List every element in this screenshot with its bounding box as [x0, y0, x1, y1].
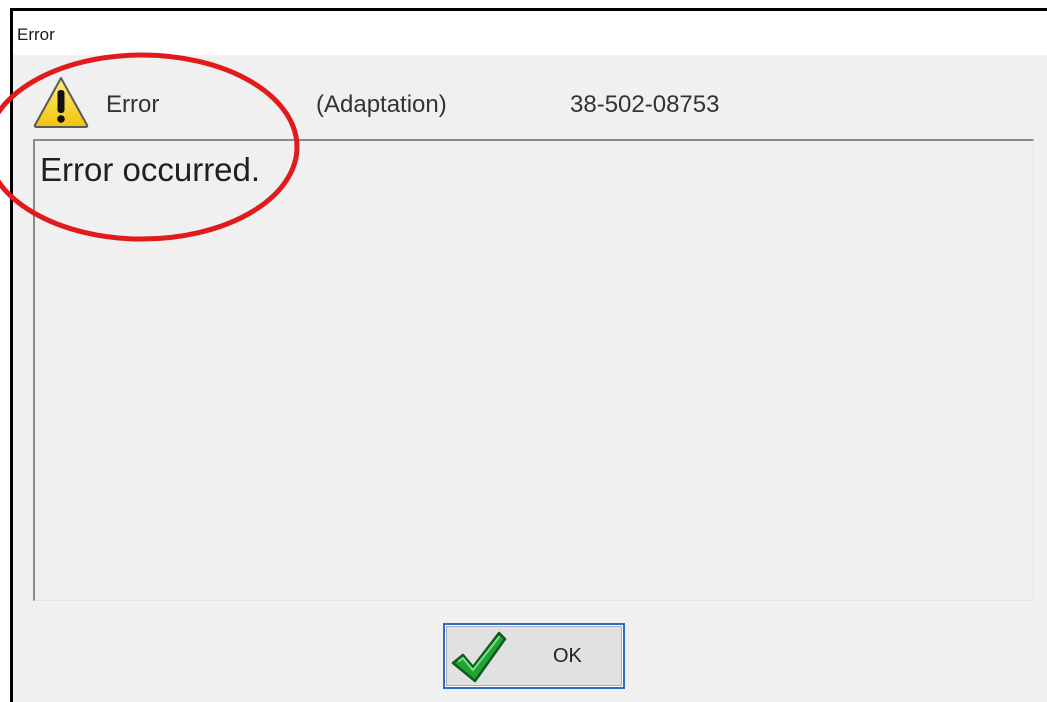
error-category-label: (Adaptation) — [316, 91, 447, 118]
error-type-label: Error — [106, 91, 160, 118]
error-dialog: Error Error (Adaptation) 38-502-08753 Er… — [10, 8, 1047, 702]
checkmark-icon — [451, 631, 507, 683]
ok-button-label: OK — [553, 645, 582, 667]
window-title: Error — [17, 25, 55, 44]
error-message: Error occurred. — [40, 151, 261, 188]
message-box[interactable]: Error occurred. — [33, 139, 1034, 601]
error-code-label: 38-502-08753 — [570, 91, 720, 118]
title-bar[interactable]: Error — [13, 11, 1047, 55]
warning-icon — [33, 77, 89, 128]
ok-button[interactable]: OK — [443, 623, 625, 689]
